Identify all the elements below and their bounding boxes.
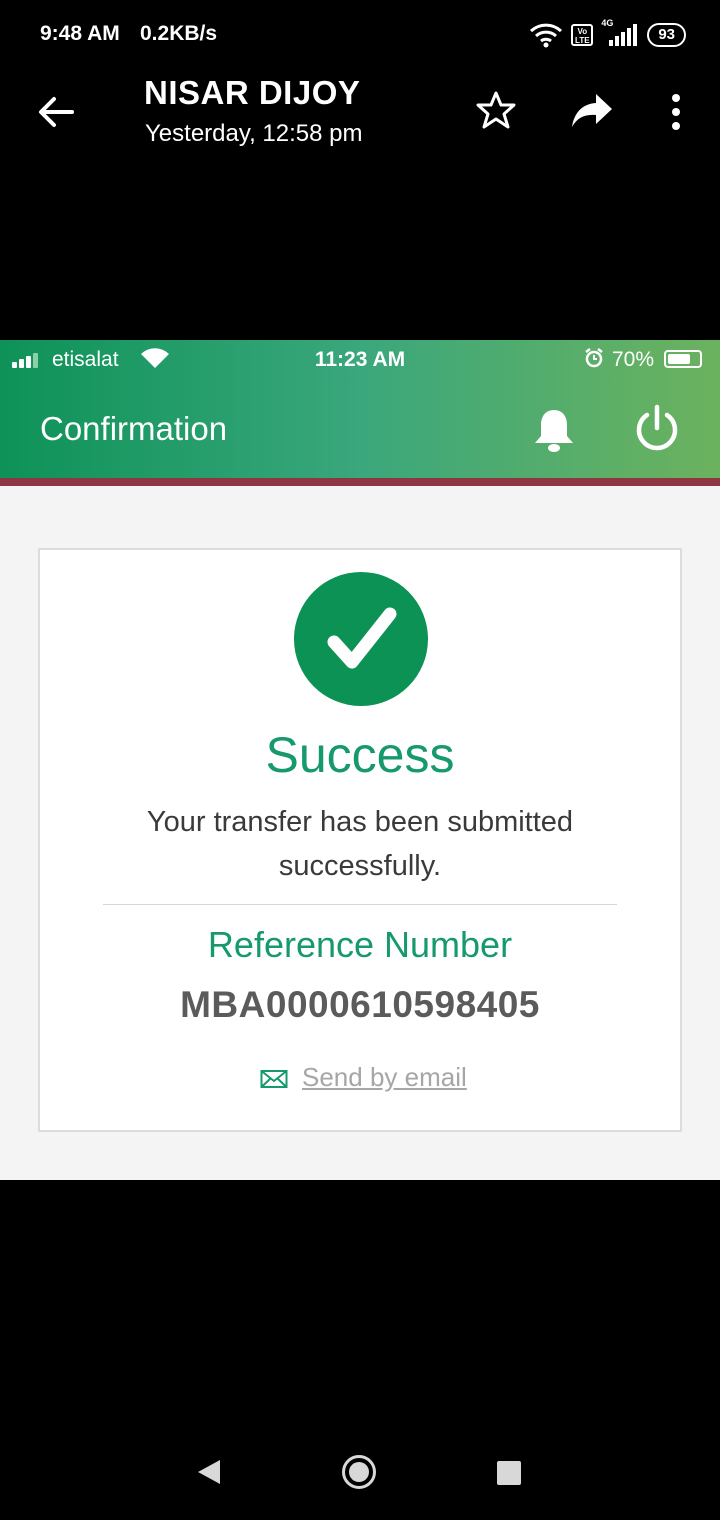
sender-name: NISAR DIJOY — [144, 74, 361, 111]
inner-battery-level: 70% — [612, 348, 655, 371]
bell-icon[interactable] — [530, 406, 578, 454]
reference-label: Reference Number — [207, 924, 513, 965]
embedded-screenshot: etisalat 11:23 AM 70% Confirmation Succe… — [0, 340, 720, 1180]
send-by-email-label[interactable]: Send by email — [302, 1062, 467, 1093]
app-header: etisalat 11:23 AM 70% Confirmation — [0, 340, 720, 478]
volte-icon: Vo LTE — [571, 24, 594, 46]
message-line-1: Your transfer has been submitted — [146, 806, 574, 838]
more-vert-icon[interactable] — [664, 92, 688, 132]
power-icon[interactable] — [632, 404, 682, 454]
success-message: Your transfer has been submitted success… — [40, 800, 680, 888]
confirmation-card: Success Your transfer has been submitted… — [38, 548, 682, 1132]
success-title: Success — [265, 727, 455, 783]
nav-back-icon[interactable] — [196, 1458, 222, 1486]
nav-recents-icon[interactable] — [497, 1461, 521, 1485]
nav-home-icon[interactable] — [341, 1454, 377, 1490]
reference-number: MBA0000610598405 — [180, 984, 540, 1025]
share-icon[interactable] — [570, 92, 614, 130]
header-divider — [0, 478, 720, 486]
back-arrow-icon[interactable] — [36, 92, 76, 132]
message-line-2: successfully. — [278, 850, 442, 882]
status-time: 9:48 AM — [40, 22, 120, 45]
status-network-speed: 0.2KB/s — [140, 22, 218, 45]
battery-icon: 93 — [647, 23, 686, 47]
message-date: Yesterday, 12:58 pm — [145, 120, 363, 147]
card-divider — [103, 904, 617, 905]
alarm-icon — [585, 348, 603, 368]
envelope-icon — [260, 1069, 288, 1088]
success-icon — [294, 572, 428, 706]
inner-battery-icon — [664, 350, 702, 368]
signal-icon: 4G — [601, 18, 639, 48]
star-icon[interactable] — [476, 90, 516, 130]
wifi-icon — [530, 23, 563, 48]
send-by-email-link[interactable]: Send by email — [260, 1062, 467, 1093]
status-icons: Vo LTE 4G 93 — [529, 18, 686, 50]
page-title: Confirmation — [40, 410, 228, 447]
